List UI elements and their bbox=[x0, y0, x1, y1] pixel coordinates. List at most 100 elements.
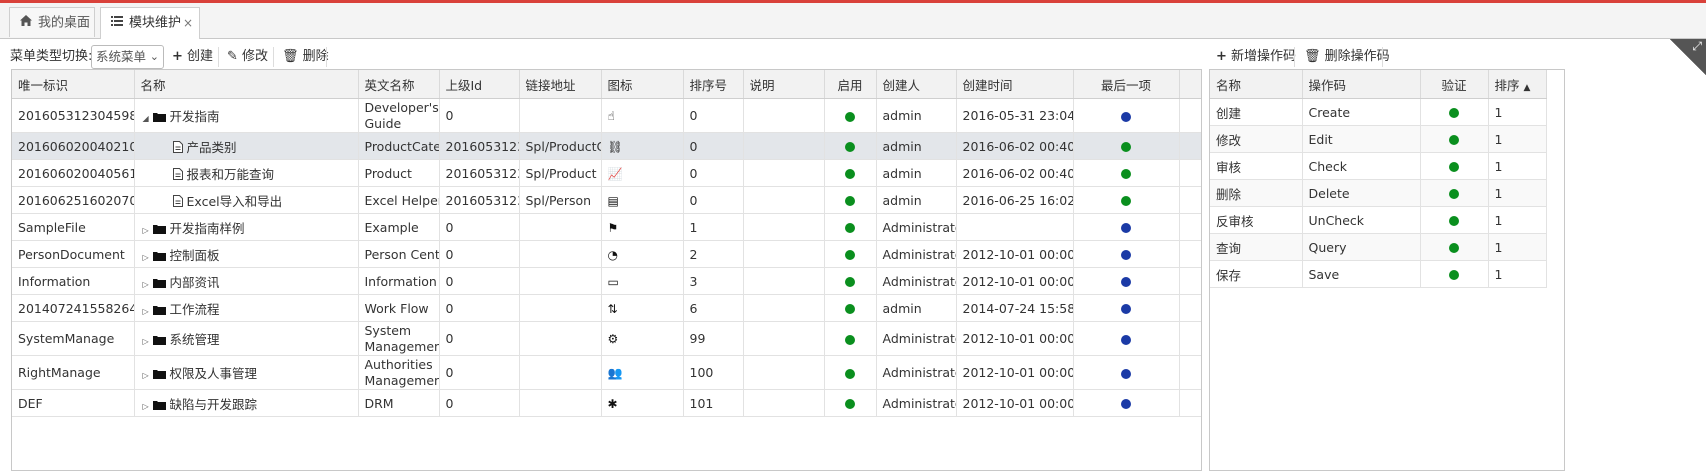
dashboard-icon: ◔ bbox=[607, 247, 618, 262]
cell-icon: ⚙ bbox=[601, 321, 684, 356]
cell-id: 201606020040561281 bbox=[12, 159, 135, 187]
cell-icon: ⇅ bbox=[601, 294, 684, 322]
cell-created: 2012-10-01 00:00:00 bbox=[956, 240, 1074, 268]
tree-expand-icon[interactable]: ▷ bbox=[143, 253, 153, 262]
col-header-desc[interactable]: 说明 bbox=[743, 70, 825, 99]
table-row[interactable]: PersonDocument ▷ 控制面板 Person Center0 ◔ 2 Admin… bbox=[12, 240, 1201, 268]
table-row[interactable]: 创建 Create 1 bbox=[1210, 98, 1547, 126]
home-icon bbox=[20, 8, 32, 38]
cell-spacer bbox=[1179, 132, 1201, 160]
flag-icon: ⚑ bbox=[607, 220, 619, 235]
col-header-creator[interactable]: 创建人 bbox=[876, 70, 957, 99]
cell-en-name: Authorities Management bbox=[358, 355, 440, 390]
col-header-id[interactable]: 唯一标识 bbox=[12, 70, 135, 99]
cell-sort: 6 bbox=[683, 294, 744, 322]
menu-type-select[interactable]: 系统菜单 ⌄ bbox=[91, 45, 164, 69]
table-row[interactable]: DEF ▷ 缺陷与开发跟踪 DRM0 ✱ 101 Administrator2012-10-… bbox=[12, 389, 1201, 417]
tree-node-label: 报表和万能查询 bbox=[186, 166, 275, 182]
cell-last bbox=[1073, 355, 1180, 390]
table-row[interactable]: 保存 Save 1 bbox=[1210, 260, 1547, 288]
cell-desc bbox=[743, 294, 825, 322]
table-row[interactable]: 201606251602070875 Excel导入和导出 Excel Helper… bbox=[12, 186, 1201, 214]
table-row[interactable]: 反审核 UnCheck 1 bbox=[1210, 206, 1547, 234]
folder-open-icon bbox=[152, 110, 166, 125]
col-header-last[interactable]: 最后一项 bbox=[1073, 70, 1180, 99]
table-row[interactable]: 201606020040210417产品类别ProductCategory201… bbox=[12, 132, 1201, 160]
file-icon bbox=[172, 140, 183, 156]
menu-type-value: 系统菜单 bbox=[96, 49, 147, 64]
tree-expand-icon[interactable]: ▷ bbox=[143, 402, 153, 411]
cell-id: SystemManage bbox=[12, 321, 135, 356]
op-col-header-verify[interactable]: 验证 bbox=[1420, 70, 1489, 99]
status-dot-icon bbox=[845, 223, 855, 233]
cell-url: Spl/ProductCategory bbox=[519, 132, 602, 160]
cell-parent-id: 0 bbox=[439, 240, 520, 268]
tree-collapse-icon[interactable]: ◢ bbox=[143, 114, 153, 123]
file-excel-icon: ▤ bbox=[607, 193, 619, 208]
cell-url: Spl/Person bbox=[519, 186, 602, 214]
tree-expand-icon[interactable]: ▷ bbox=[143, 371, 153, 380]
table-row[interactable]: 修改 Edit 1 bbox=[1210, 125, 1547, 153]
expand-corner-button[interactable]: ⤢ bbox=[1670, 39, 1706, 75]
op-cell-code: Delete bbox=[1302, 179, 1421, 207]
status-dot-icon bbox=[1121, 277, 1131, 287]
col-header-enabled[interactable]: 启用 bbox=[824, 70, 877, 99]
folder-icon bbox=[152, 367, 166, 382]
del-op-label: 删除操作码 bbox=[1324, 49, 1390, 64]
status-dot-icon bbox=[1449, 189, 1459, 199]
table-row[interactable]: SampleFile ▷ 开发指南样例 Example0 ⚑ 1 Administrator bbox=[12, 213, 1201, 241]
cell-enabled bbox=[824, 132, 877, 160]
tab-my-desktop[interactable]: 我的桌面 bbox=[9, 7, 95, 37]
cell-creator: admin bbox=[876, 294, 957, 322]
op-cell-sort: 1 bbox=[1488, 260, 1547, 288]
col-header-icon[interactable]: 图标 bbox=[601, 70, 684, 99]
table-row[interactable]: 删除 Delete 1 bbox=[1210, 179, 1547, 207]
cell-icon: ▤ bbox=[601, 186, 684, 214]
cell-parent-id: 0 bbox=[439, 267, 520, 295]
cell-en-name: Information bbox=[358, 267, 440, 295]
col-header-created[interactable]: 创建时间 bbox=[956, 70, 1074, 99]
op-cell-sort: 1 bbox=[1488, 233, 1547, 261]
tree-node-label: 内部资讯 bbox=[169, 274, 220, 290]
cell-creator: Administrator bbox=[876, 240, 957, 268]
table-row[interactable]: Information ▷ 内部资讯 Information 0 ▭ 3 Administra… bbox=[12, 267, 1201, 295]
tree-node-label: 权限及人事管理 bbox=[169, 366, 258, 381]
cell-id: DEF bbox=[12, 389, 135, 417]
cell-creator: admin bbox=[876, 98, 957, 133]
table-row[interactable]: 审核 Check 1 bbox=[1210, 152, 1547, 180]
tree-expand-icon[interactable]: ▷ bbox=[143, 226, 153, 235]
table-row[interactable]: 查询 Query 1 bbox=[1210, 233, 1547, 261]
cell-sort: 100 bbox=[683, 355, 744, 390]
pencil-icon: ✎ bbox=[227, 49, 238, 64]
op-cell-verify bbox=[1420, 260, 1489, 288]
col-header-parent[interactable]: 上级Id bbox=[439, 70, 520, 99]
col-header-sort[interactable]: 排序号 bbox=[683, 70, 744, 99]
cell-creator: Administrator bbox=[876, 355, 957, 390]
add-op-label: 新增操作码 bbox=[1231, 49, 1297, 64]
tree-expand-icon[interactable]: ▷ bbox=[143, 307, 153, 316]
operation-table-body: 创建 Create 1 修改 Edit 1 审核 Check 1 删除 Delete 1 反审核 UnCh… bbox=[1210, 98, 1547, 288]
op-col-header-code[interactable]: 操作码 bbox=[1302, 70, 1421, 99]
op-col-header-name[interactable]: 名称 bbox=[1210, 70, 1303, 99]
cell-id: PersonDocument bbox=[12, 240, 135, 268]
op-col-header-sort[interactable]: 排序 ▲ bbox=[1488, 70, 1547, 99]
table-row[interactable]: 201605312304598866 ◢ 开发指南 Developer's Guide… bbox=[12, 98, 1201, 133]
cell-id: 201606020040210417 bbox=[12, 132, 135, 160]
tab-module-maintenance[interactable]: 模块维护 × bbox=[100, 7, 200, 39]
col-header-name[interactable]: 名称 bbox=[134, 70, 359, 99]
close-icon[interactable]: × bbox=[183, 8, 193, 38]
cell-url bbox=[519, 267, 602, 295]
tree-expand-icon[interactable]: ▷ bbox=[143, 280, 153, 289]
cell-enabled bbox=[824, 213, 877, 241]
cell-name: ▷ 权限及人事管理 bbox=[134, 355, 359, 390]
col-header-url[interactable]: 链接地址 bbox=[519, 70, 602, 99]
cell-en-name: Developer's Guide bbox=[358, 98, 440, 133]
col-header-en[interactable]: 英文名称 bbox=[358, 70, 440, 99]
table-row[interactable]: SystemManage ▷ 系统管理 System Management 0 ⚙ 99 Ad… bbox=[12, 321, 1201, 356]
folder-icon bbox=[152, 276, 166, 291]
table-row[interactable]: 201407241558264790 ▷ 工作流程 Work Flow0 ⇅ 6 admin… bbox=[12, 294, 1201, 322]
tree-expand-icon[interactable]: ▷ bbox=[143, 337, 153, 346]
table-row[interactable]: 201606020040561281 报表和万能查询 Product20160531… bbox=[12, 159, 1201, 187]
cell-enabled bbox=[824, 267, 877, 295]
table-row[interactable]: RightManage ▷ 权限及人事管理 Authorities Managemen… bbox=[12, 355, 1201, 390]
